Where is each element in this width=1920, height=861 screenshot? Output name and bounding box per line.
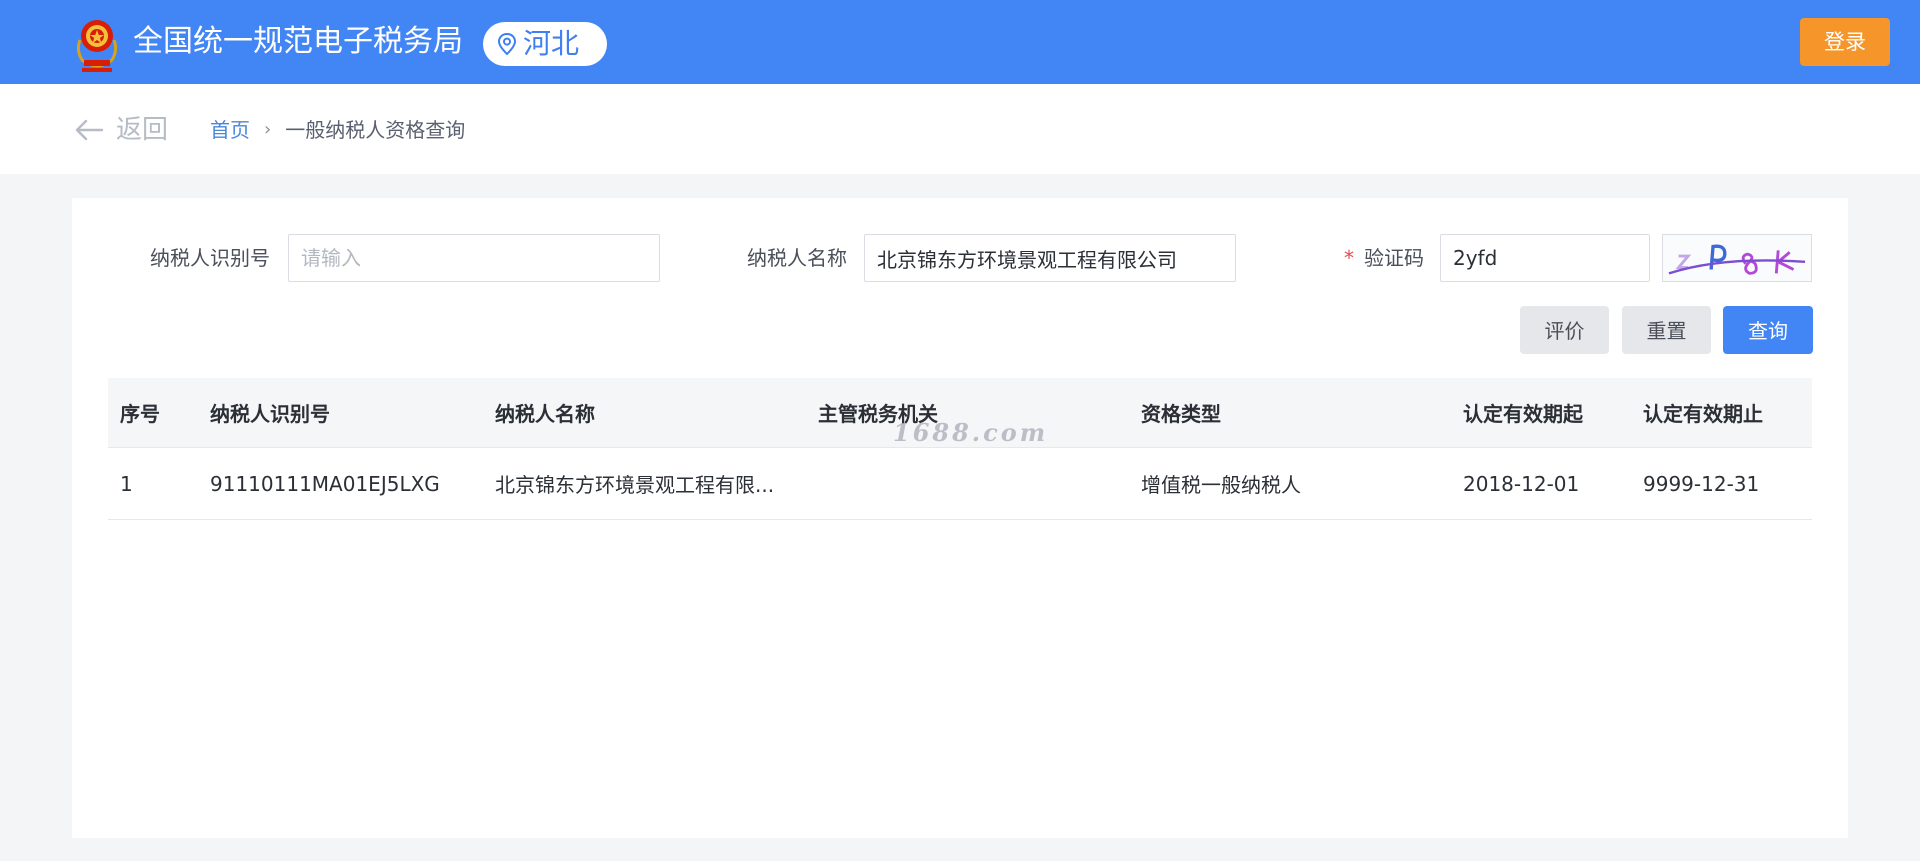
cell-taxpayer-id: 91110111MA01EJ5LXG — [210, 471, 440, 496]
taxpayer-id-label: 纳税人识别号 — [150, 246, 270, 270]
captcha-label-text: 验证码 — [1364, 246, 1424, 270]
column-header-taxpayer-name: 纳税人名称 — [495, 402, 595, 426]
reset-button[interactable]: 重置 — [1622, 306, 1711, 354]
login-button[interactable]: 登录 — [1800, 18, 1890, 66]
back-button[interactable]: 返回 — [74, 114, 168, 146]
chevron-right-icon: › — [264, 119, 272, 140]
captcha-image[interactable] — [1662, 234, 1812, 282]
query-card: 纳税人识别号 纳税人名称 * 验证码 评价 重置 查询 序号 纳税人识别号 纳税人… — [72, 198, 1848, 838]
search-button[interactable]: 查询 — [1723, 306, 1813, 354]
taxpayer-name-label: 纳税人名称 — [747, 246, 847, 270]
column-header-valid-from: 认定有效期起 — [1463, 402, 1583, 426]
cell-index: 1 — [120, 471, 133, 496]
region-selector[interactable]: 河北 — [483, 22, 607, 66]
back-label: 返回 — [116, 115, 169, 145]
required-mark: * — [1344, 246, 1354, 270]
captcha-label: * 验证码 — [1344, 234, 1424, 282]
cell-qualification-type: 增值税一般纳税人 — [1141, 473, 1301, 497]
top-header: 全国统一规范电子税务局 河北 登录 — [0, 0, 1920, 84]
breadcrumb-home-link[interactable]: 首页 — [210, 114, 250, 146]
captcha-distorted-icon — [1668, 244, 1806, 275]
tax-emblem-icon[interactable] — [72, 10, 122, 74]
breadcrumb-current: 一般纳税人资格查询 — [285, 118, 466, 142]
region-name: 河北 — [523, 27, 580, 60]
table-row[interactable]: 1 91110111MA01EJ5LXG 北京锦东方环境景观工程有限... 增值… — [108, 448, 1812, 520]
cell-valid-from: 2018-12-01 — [1463, 471, 1580, 496]
taxpayer-name-input[interactable] — [864, 234, 1236, 282]
captcha-input[interactable] — [1440, 234, 1650, 282]
taxpayer-id-input[interactable] — [288, 234, 660, 282]
arrow-left-icon — [75, 119, 104, 141]
cell-valid-to: 9999-12-31 — [1643, 471, 1760, 496]
column-header-valid-to: 认定有效期止 — [1643, 402, 1763, 426]
column-header-index: 序号 — [120, 402, 160, 426]
evaluate-button[interactable]: 评价 — [1520, 306, 1609, 354]
breadcrumb: 首页 › 一般纳税人资格查询 — [210, 114, 465, 146]
column-header-qualification-type: 资格类型 — [1141, 402, 1221, 426]
watermark: 1688.com — [893, 418, 1049, 447]
location-pin-icon — [497, 33, 517, 55]
site-title: 全国统一规范电子税务局 — [133, 24, 463, 59]
breadcrumb-bar: 返回 首页 › 一般纳税人资格查询 — [0, 84, 1920, 174]
cell-taxpayer-name: 北京锦东方环境景观工程有限... — [495, 473, 775, 497]
results-table: 序号 纳税人识别号 纳税人名称 主管税务机关 资格类型 认定有效期起 认定有效期… — [108, 378, 1812, 520]
column-header-taxpayer-id: 纳税人识别号 — [210, 402, 330, 426]
